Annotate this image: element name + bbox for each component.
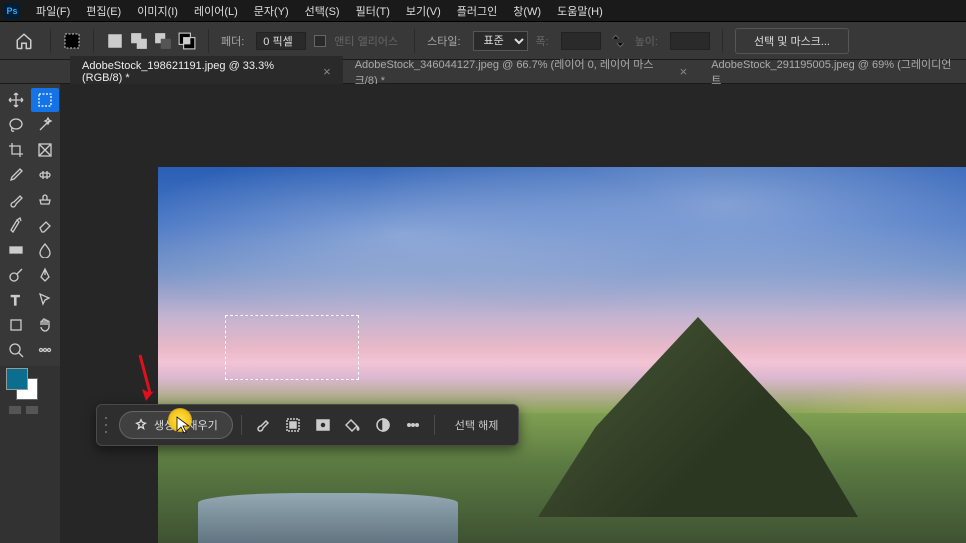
- history-brush-tool[interactable]: [2, 213, 30, 237]
- eyedropper-tool[interactable]: [2, 163, 30, 187]
- style-label: 스타일:: [427, 33, 464, 49]
- height-label: 높이:: [635, 33, 662, 49]
- divider: [93, 29, 94, 53]
- move-tool[interactable]: [2, 88, 30, 112]
- tools-panel: T: [0, 84, 60, 366]
- antialias-label: 앤티 앨리어스: [334, 33, 402, 49]
- menu-file[interactable]: 파일(F): [28, 3, 78, 19]
- magic-wand-tool[interactable]: [31, 113, 59, 137]
- svg-text:T: T: [11, 292, 20, 308]
- workspace: 생성형 채우기 선택 해제: [60, 84, 966, 543]
- close-icon[interactable]: ×: [680, 65, 688, 78]
- adjust-icon[interactable]: [370, 412, 396, 438]
- crop-tool[interactable]: [2, 138, 30, 162]
- intersect-selection-icon[interactable]: [178, 32, 196, 50]
- edit-toolbar[interactable]: [31, 338, 59, 362]
- tab-doc-1[interactable]: AdobeStock_198621191.jpeg @ 33.3% (RGB/8…: [70, 56, 343, 88]
- lasso-tool[interactable]: [2, 113, 30, 137]
- contextual-task-bar[interactable]: 생성형 채우기 선택 해제: [96, 404, 519, 446]
- eraser-tool[interactable]: [31, 213, 59, 237]
- divider: [434, 415, 435, 435]
- style-select[interactable]: 표준: [473, 31, 528, 51]
- brush-selection-icon[interactable]: [250, 412, 276, 438]
- quick-mask-toggle[interactable]: [8, 405, 39, 415]
- document-tabs: AdobeStock_198621191.jpeg @ 33.3% (RGB/8…: [0, 60, 966, 84]
- marquee-tool-indicator-icon[interactable]: [63, 32, 81, 50]
- tab-label: AdobeStock_346044127.jpeg @ 66.7% (레이어 0…: [355, 56, 674, 88]
- shape-tool[interactable]: [2, 313, 30, 337]
- pen-tool[interactable]: [31, 263, 59, 287]
- divider: [50, 29, 51, 53]
- divider: [241, 415, 242, 435]
- selection-mode-group: [106, 32, 196, 50]
- divider: [414, 29, 415, 53]
- hand-tool[interactable]: [31, 313, 59, 337]
- menu-plugin[interactable]: 플러그인: [449, 3, 505, 19]
- menu-edit[interactable]: 편집(E): [78, 3, 129, 19]
- height-input: [670, 32, 710, 50]
- drag-handle-icon[interactable]: [105, 415, 111, 435]
- tab-label: AdobeStock_291195005.jpeg @ 69% (그레이디언트: [711, 56, 954, 88]
- divider: [722, 29, 723, 53]
- divider: [208, 29, 209, 53]
- tab-label: AdobeStock_198621191.jpeg @ 33.3% (RGB/8…: [82, 60, 317, 84]
- selection-marquee[interactable]: [225, 315, 359, 380]
- type-tool[interactable]: T: [2, 288, 30, 312]
- menu-window[interactable]: 창(W): [505, 3, 549, 19]
- menu-help[interactable]: 도움말(H): [549, 3, 611, 19]
- width-input: [561, 32, 601, 50]
- menu-type[interactable]: 문자(Y): [246, 3, 297, 19]
- dodge-tool[interactable]: [2, 263, 30, 287]
- healing-brush-tool[interactable]: [31, 163, 59, 187]
- fill-icon[interactable]: [340, 412, 366, 438]
- menu-select[interactable]: 선택(S): [297, 3, 348, 19]
- mask-icon[interactable]: [310, 412, 336, 438]
- menu-bar: Ps 파일(F) 편집(E) 이미지(I) 레이어(L) 문자(Y) 선택(S)…: [0, 0, 966, 22]
- new-selection-icon[interactable]: [106, 32, 124, 50]
- frame-tool[interactable]: [31, 138, 59, 162]
- subtract-selection-icon[interactable]: [154, 32, 172, 50]
- menu-view[interactable]: 보기(V): [398, 3, 449, 19]
- menu-layer[interactable]: 레이어(L): [186, 3, 246, 19]
- blur-tool[interactable]: [31, 238, 59, 262]
- gradient-tool[interactable]: [2, 238, 30, 262]
- width-label: 폭:: [536, 33, 553, 49]
- antialias-checkbox: [314, 35, 326, 47]
- home-button[interactable]: [10, 27, 38, 55]
- marquee-tool[interactable]: [31, 88, 59, 112]
- deselect-button[interactable]: 선택 해제: [443, 411, 511, 439]
- select-and-mask-button[interactable]: 선택 및 마스크...: [735, 28, 849, 54]
- image-water: [198, 493, 458, 543]
- add-selection-icon[interactable]: [130, 32, 148, 50]
- swap-dims-icon: [609, 32, 627, 50]
- ps-logo: Ps: [4, 3, 20, 19]
- modify-selection-icon[interactable]: [280, 412, 306, 438]
- more-icon[interactable]: [400, 412, 426, 438]
- brush-tool[interactable]: [2, 188, 30, 212]
- foreground-color-swatch[interactable]: [6, 368, 28, 390]
- menu-image[interactable]: 이미지(I): [129, 3, 186, 19]
- close-icon[interactable]: ×: [323, 65, 331, 78]
- menu-filter[interactable]: 필터(T): [348, 3, 398, 19]
- feather-input[interactable]: [256, 32, 306, 50]
- feather-label: 페더:: [221, 33, 248, 49]
- path-selection-tool[interactable]: [31, 288, 59, 312]
- zoom-tool[interactable]: [2, 338, 30, 362]
- clone-stamp-tool[interactable]: [31, 188, 59, 212]
